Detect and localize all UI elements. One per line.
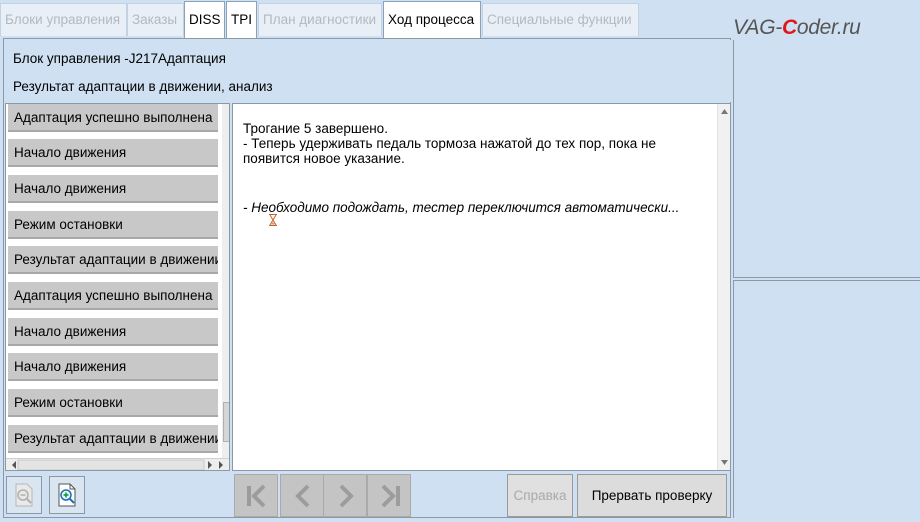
list-vertical-scrollbar[interactable] (222, 104, 229, 458)
wait-message: - Необходимо подождать, тестер переключи… (243, 200, 680, 215)
zoom-in-button[interactable] (49, 476, 85, 514)
adaptation-subtitle: Результат адаптации в движении, анализ (13, 79, 273, 94)
tab-special-functions[interactable]: Специальные функции (482, 3, 639, 36)
list-item[interactable]: Начало движения (8, 353, 218, 381)
first-step-button[interactable] (234, 474, 278, 517)
instruction-line: появится новое указание. (243, 151, 405, 166)
list-item[interactable]: Начало движения (8, 139, 218, 167)
instruction-line: Трогание 5 завершено. (243, 121, 388, 136)
tab-diagnostic-plan[interactable]: План диагностики (258, 3, 382, 36)
zoom-out-icon (15, 483, 33, 507)
help-button[interactable]: Справка (507, 474, 573, 517)
list-item[interactable]: Начало движения (8, 318, 218, 346)
right-panel-top (733, 40, 920, 278)
list-horizontal-scrollbar[interactable] (6, 458, 229, 470)
step-list[interactable]: Адаптация успешно выполнена Начало движе… (5, 103, 230, 471)
instruction-scrollbar[interactable] (717, 104, 730, 470)
chevron-right-icon (339, 484, 354, 508)
list-item[interactable]: Результат адаптации в движении (8, 425, 218, 453)
skip-back-icon (247, 484, 266, 508)
list-item[interactable]: Режим остановки (8, 389, 218, 417)
instruction-text: Трогание 5 завершено. - Теперь удерживат… (243, 121, 713, 166)
logo-highlight: C (781, 16, 797, 39)
header-box: Блок управления -J217Адаптация Результат… (4, 40, 731, 102)
list-item[interactable]: Адаптация успешно выполнена (8, 282, 218, 310)
watermark-logo: VAG-Coder.ru (733, 16, 916, 42)
tab-control-units[interactable]: Блоки управления (0, 3, 127, 36)
scroll-arrows-icon (721, 109, 728, 465)
tab-diss[interactable]: DISS (184, 1, 225, 38)
tab-process[interactable]: Ход процесса (383, 1, 481, 38)
logo-suffix: oder.ru (796, 16, 861, 39)
zoom-out-button[interactable] (6, 476, 42, 514)
tab-orders[interactable]: Заказы (127, 3, 184, 36)
previous-step-button[interactable] (280, 474, 324, 517)
hourglass-icon (268, 214, 278, 226)
next-step-button[interactable] (323, 474, 367, 517)
list-item[interactable]: Начало движения (8, 175, 218, 203)
right-panel-bottom (733, 280, 920, 518)
scroll-arrows-icon (12, 459, 223, 470)
skip-forward-icon (381, 484, 400, 508)
control-unit-title: Блок управления -J217Адаптация (13, 51, 226, 66)
abort-test-button[interactable]: Прервать проверку (577, 474, 727, 517)
list-item[interactable]: Режим остановки (8, 211, 218, 239)
list-scroll-thumb[interactable] (223, 402, 229, 442)
tab-tpi[interactable]: TPI (226, 1, 257, 38)
instruction-line: - Теперь удерживать педаль тормоза нажат… (243, 136, 657, 151)
last-step-button[interactable] (367, 474, 411, 517)
list-item[interactable]: Результат адаптации в движении (8, 246, 218, 274)
chevron-left-icon (295, 484, 310, 508)
list-item[interactable]: Адаптация успешно выполнена (8, 104, 218, 132)
zoom-in-icon (58, 483, 76, 507)
logo-prefix: VAG- (733, 16, 782, 39)
instruction-panel: Трогание 5 завершено. - Теперь удерживат… (232, 103, 731, 471)
